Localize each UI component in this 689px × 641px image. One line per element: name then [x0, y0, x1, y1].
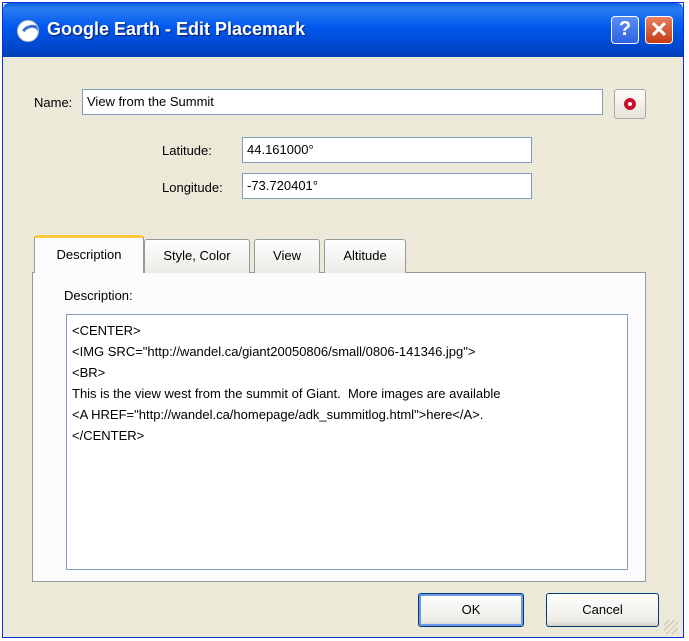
close-button[interactable]: ✕ — [645, 16, 673, 44]
name-label: Name: — [34, 95, 73, 110]
title-bar[interactable]: Google Earth - Edit Placemark ? ✕ — [3, 3, 683, 57]
cancel-button[interactable]: Cancel — [546, 593, 659, 627]
tab-view[interactable]: View — [254, 239, 320, 273]
help-button[interactable]: ? — [611, 16, 639, 44]
longitude-label: Longitude: — [162, 180, 223, 195]
description-line: <BR> — [72, 365, 106, 380]
longitude-field[interactable]: -73.720401° — [242, 173, 532, 199]
tab-description[interactable]: Description — [34, 235, 144, 273]
google-earth-icon — [17, 20, 39, 42]
latitude-field[interactable]: 44.161000° — [242, 137, 532, 163]
placemark-icon-button[interactable] — [614, 89, 646, 119]
tab-style-color[interactable]: Style, Color — [144, 239, 250, 273]
description-line: </CENTER> — [72, 428, 145, 443]
tab-altitude[interactable]: Altitude — [324, 239, 406, 273]
description-line: <CENTER> — [72, 323, 141, 338]
latitude-label: Latitude: — [162, 143, 212, 158]
ok-button[interactable]: OK — [418, 593, 524, 627]
description-line: This is the view west from the summit of… — [72, 386, 501, 401]
description-line: <A HREF="http://wandel.ca/homepage/adk_s… — [72, 407, 484, 422]
description-textarea[interactable]: <CENTER> <IMG SRC="http://wandel.ca/gian… — [66, 314, 628, 570]
description-label: Description: — [64, 288, 133, 303]
name-field[interactable]: View from the Summit — [82, 89, 603, 115]
window-title: Google Earth - Edit Placemark — [47, 19, 306, 39]
description-line: <IMG SRC="http://wandel.ca/giant20050806… — [72, 344, 476, 359]
resize-grip[interactable] — [664, 620, 678, 634]
placemark-pin-icon — [624, 98, 636, 110]
